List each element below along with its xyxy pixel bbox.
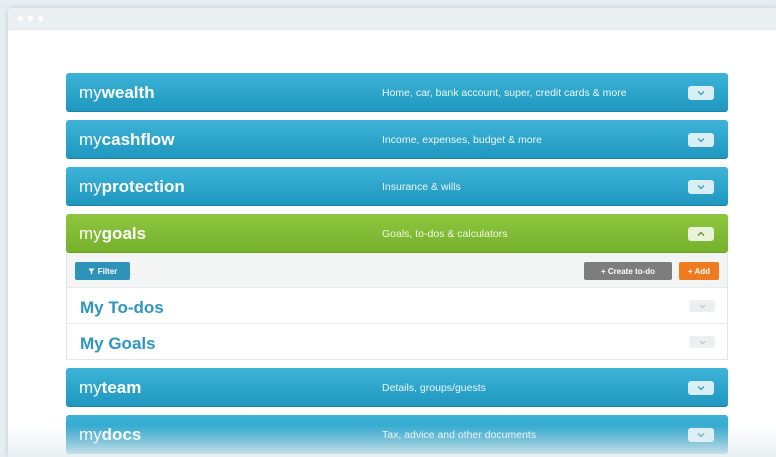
panel-title: myprotection	[79, 177, 185, 196]
chevron-down-icon	[697, 91, 705, 96]
panel-mywealth[interactable]: mywealth Home, car, bank account, super,…	[66, 73, 728, 112]
panel-mydocs[interactable]: mydocs Tax, advice and other documents	[66, 415, 728, 454]
browser-window: mywealth Home, car, bank account, super,…	[8, 8, 776, 457]
window-dot-icon[interactable]	[28, 16, 33, 21]
panel-description: Insurance & wills	[382, 181, 461, 193]
expand-button[interactable]	[688, 133, 714, 147]
panel-description: Home, car, bank account, super, credit c…	[382, 87, 627, 99]
list-item-label: My Goals	[80, 334, 156, 353]
panel-myprotection[interactable]: myprotection Insurance & wills	[66, 167, 728, 206]
goals-toolbar: Filter + Create to-do + Add	[67, 253, 727, 287]
goals-panel-body: Filter + Create to-do + Add My To-dos My…	[66, 253, 728, 360]
window-dot-icon[interactable]	[18, 16, 23, 21]
expand-button[interactable]	[688, 428, 714, 442]
panel-mygoals[interactable]: mygoals Goals, to-dos & calculators	[66, 214, 728, 253]
panel-title: myteam	[79, 378, 142, 397]
panel-title: mygoals	[79, 224, 147, 243]
chevron-down-icon	[697, 138, 705, 143]
window-titlebar	[8, 8, 776, 30]
panel-title: mydocs	[79, 425, 142, 444]
collapse-button[interactable]	[688, 227, 714, 241]
expand-button[interactable]	[689, 336, 715, 348]
expand-button[interactable]	[688, 381, 714, 395]
chevron-down-icon	[697, 433, 705, 438]
chevron-down-icon	[697, 386, 705, 391]
panel-title: mywealth	[79, 83, 155, 102]
filter-button[interactable]: Filter	[75, 262, 130, 280]
list-item-my-todos[interactable]: My To-dos	[67, 287, 727, 323]
chevron-down-icon	[699, 304, 705, 309]
chevron-up-icon	[697, 231, 705, 236]
panel-mycashflow[interactable]: mycashflow Income, expenses, budget & mo…	[66, 120, 728, 159]
panel-title: mycashflow	[79, 130, 175, 149]
panel-description: Income, expenses, budget & more	[382, 134, 542, 146]
panel-description: Tax, advice and other documents	[382, 429, 537, 441]
list-item-my-goals[interactable]: My Goals	[67, 323, 727, 359]
panel-description: Goals, to-dos & calculators	[382, 228, 508, 240]
window-dot-icon[interactable]	[38, 16, 43, 21]
chevron-down-icon	[699, 340, 705, 345]
create-todo-button[interactable]: + Create to-do	[584, 262, 672, 280]
expand-button[interactable]	[689, 300, 715, 312]
filter-icon	[88, 267, 95, 275]
add-button[interactable]: + Add	[679, 262, 719, 280]
expand-button[interactable]	[688, 180, 714, 194]
panel-myteam[interactable]: myteam Details, groups/guests	[66, 368, 728, 407]
accordion-list: mywealth Home, car, bank account, super,…	[66, 73, 728, 457]
expand-button[interactable]	[688, 86, 714, 100]
chevron-down-icon	[697, 185, 705, 190]
filter-label: Filter	[97, 266, 118, 276]
list-item-label: My To-dos	[80, 298, 164, 317]
panel-description: Details, groups/guests	[382, 382, 486, 394]
